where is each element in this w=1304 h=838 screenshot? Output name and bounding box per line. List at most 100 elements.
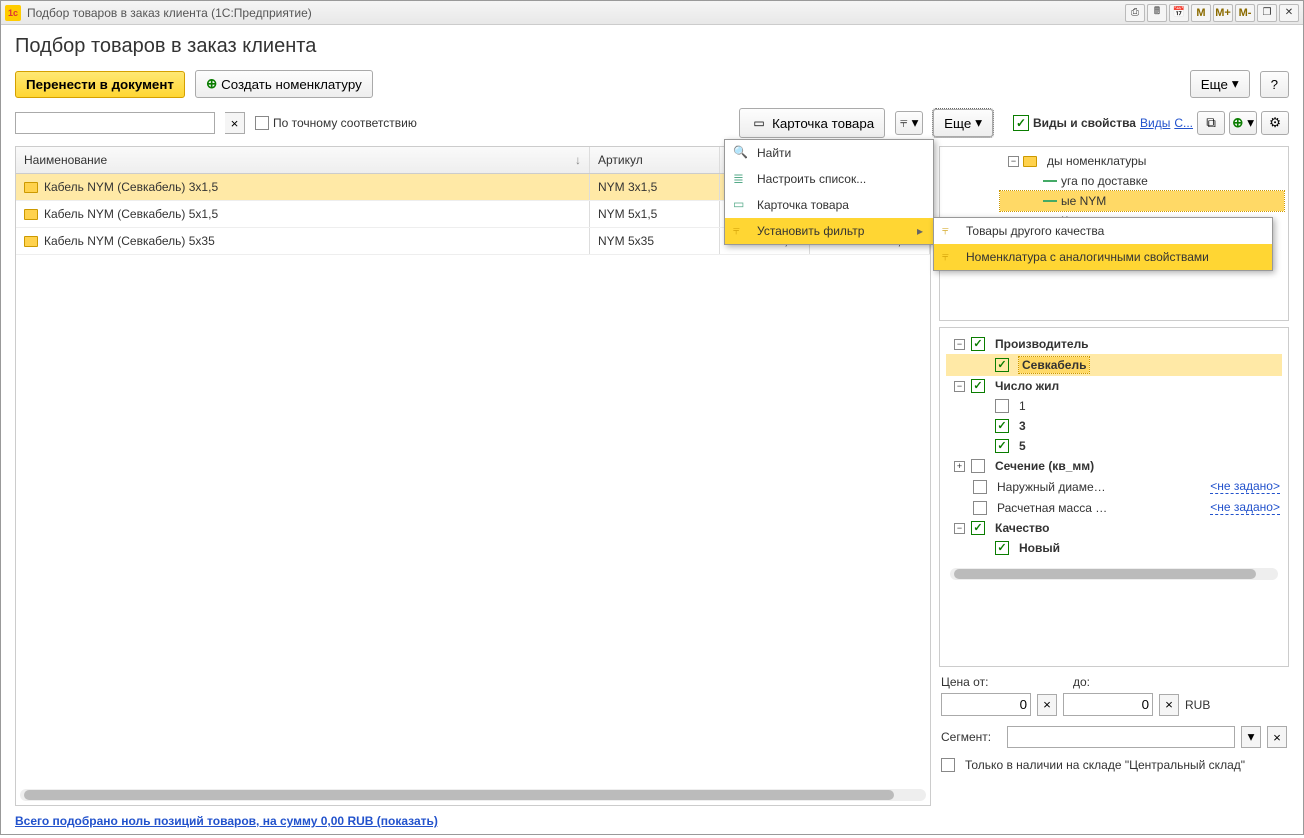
clear-price-from-button[interactable]: × [1037,694,1057,716]
segment-dropdown-button[interactable]: ▾ [1241,726,1261,748]
property-checkbox[interactable] [995,358,1009,372]
chevron-right-icon: ▸ [917,224,923,238]
memory-m-button[interactable]: M [1191,4,1211,22]
submenu-analog-props[interactable]: Номенклатура с аналогичными свойствами [934,244,1272,270]
price-to-input[interactable] [1063,693,1153,716]
property-checkbox[interactable] [971,337,985,351]
filter-icon [942,223,958,239]
more-button[interactable]: Еще ▾ [1190,70,1250,98]
search-input[interactable] [15,112,215,134]
property-row[interactable]: 1 [946,396,1282,416]
stock-only-checkbox[interactable] [941,758,955,772]
property-value-link[interactable]: <не задано> [1210,500,1280,515]
sort-arrow-icon: ↓ [575,153,581,167]
property-checkbox[interactable] [995,399,1009,413]
property-row[interactable]: Севкабель [946,354,1282,376]
exact-match-checkbox[interactable] [255,116,269,130]
props-link[interactable]: С... [1174,116,1193,130]
tree-item[interactable]: уга по доставке [1000,171,1284,191]
expander-icon[interactable]: − [1008,156,1019,167]
window: 1c Подбор товаров в заказ клиента (1С:Пр… [0,0,1304,835]
property-row[interactable]: Расчетная масса …<не задано> [946,497,1282,518]
expander-icon[interactable]: + [954,461,965,472]
more-dropdown-menu: Найти Настроить список... Карточка товар… [724,139,934,245]
expander-icon[interactable]: − [954,523,965,534]
property-row[interactable]: 5 [946,436,1282,456]
copy-button[interactable]: ⧉ [1197,111,1225,135]
filter-dropdown-button[interactable]: ⫧▾ [895,111,923,135]
memory-mplus-button[interactable]: M+ [1213,4,1233,22]
search-toolbar: × По точному соответствию ▭ Карточка тов… [15,108,1289,138]
property-row[interactable]: Наружный диаме…<не задано> [946,476,1282,497]
property-label: 5 [1019,439,1026,453]
submenu-other-quality[interactable]: Товары другого качества [934,218,1272,244]
maximize-icon[interactable]: ❐ [1257,4,1277,22]
calc-icon[interactable]: 🖩 [1147,4,1167,22]
memory-mminus-button[interactable]: M- [1235,4,1255,22]
add-button[interactable]: ⊕▾ [1229,111,1257,135]
product-card-button[interactable]: ▭ Карточка товара [739,108,885,138]
price-filter: Цена от: до: × × RUB [939,673,1289,718]
property-row[interactable]: −Число жил [946,376,1282,396]
tree-label: ды номенклатуры [1047,154,1146,168]
right-toolbar: Виды и свойства Виды С... ⧉ ⊕▾ ⚙ [1013,111,1289,135]
cart-summary-link[interactable]: Всего подобрано ноль позиций товаров, на… [15,814,438,828]
gear-icon: ⚙ [1269,115,1281,131]
h-scrollbar[interactable] [950,568,1278,580]
clear-search-button[interactable]: × [225,112,245,134]
system-buttons: ⎙ 🖩 📅 M M+ M- ❐ ✕ [1125,4,1299,22]
property-checkbox[interactable] [995,541,1009,555]
property-checkbox[interactable] [973,501,987,515]
property-checkbox[interactable] [971,379,985,393]
stock-only-row[interactable]: Только в наличии на складе "Центральный … [939,756,1289,774]
property-row[interactable]: 3 [946,416,1282,436]
price-from-input[interactable] [941,693,1031,716]
menu-set-filter[interactable]: Установить фильтр ▸ Товары другого качес… [725,218,933,244]
menu-configure-list[interactable]: Настроить список... [725,166,933,192]
item-icon [1043,200,1057,202]
window-title: Подбор товаров в заказ клиента (1С:Предп… [27,6,1125,20]
menu-find[interactable]: Найти [725,140,933,166]
property-row[interactable]: −Качество [946,518,1282,538]
card-icon: ▭ [750,114,768,132]
property-label: Новый [1019,541,1060,555]
segment-input[interactable] [1007,726,1235,748]
create-nomenclature-button[interactable]: ⊕ Создать номенклатуру [195,70,373,98]
expander-icon[interactable]: − [954,339,965,350]
menu-product-card[interactable]: Карточка товара [725,192,933,218]
property-checkbox[interactable] [995,439,1009,453]
col-name[interactable]: Наименование↓ [16,147,590,173]
views-props-checkbox[interactable] [1013,115,1029,131]
more2-button[interactable]: Еще ▾ [933,109,993,137]
exact-match-label[interactable]: По точному соответствию [255,116,417,130]
property-checkbox[interactable] [971,521,985,535]
transfer-button[interactable]: Перенести в документ [15,71,185,98]
tree-item[interactable]: ые NYM [1000,191,1284,211]
col-article[interactable]: Артикул [590,147,720,173]
property-row[interactable]: +Сечение (кв_мм) [946,456,1282,476]
property-row[interactable]: −Производитель [946,334,1282,354]
item-icon [1043,180,1057,182]
close-icon[interactable]: ✕ [1279,4,1299,22]
help-button[interactable]: ? [1260,71,1289,98]
property-checkbox[interactable] [995,419,1009,433]
chevron-down-icon: ▾ [1232,76,1239,92]
expander-icon[interactable]: − [954,381,965,392]
tree-item[interactable]: − ды номенклатуры [1000,151,1284,171]
calendar-icon[interactable]: 📅 [1169,4,1189,22]
settings-button[interactable]: ⚙ [1261,111,1289,135]
main-toolbar: Перенести в документ ⊕ Создать номенклат… [15,70,1289,98]
clear-segment-button[interactable]: × [1267,726,1287,748]
property-checkbox[interactable] [973,480,987,494]
property-checkbox[interactable] [971,459,985,473]
search-icon [733,145,749,161]
print-icon[interactable]: ⎙ [1125,4,1145,22]
h-scrollbar[interactable] [20,789,926,801]
property-value-link[interactable]: <не задано> [1210,479,1280,494]
views-link[interactable]: Виды [1140,116,1170,130]
property-row[interactable]: Новый [946,538,1282,558]
clear-price-to-button[interactable]: × [1159,694,1179,716]
filter-icon: ⫧ [900,115,908,131]
filter-icon [733,223,749,239]
plus-icon: ⊕ [206,76,217,92]
